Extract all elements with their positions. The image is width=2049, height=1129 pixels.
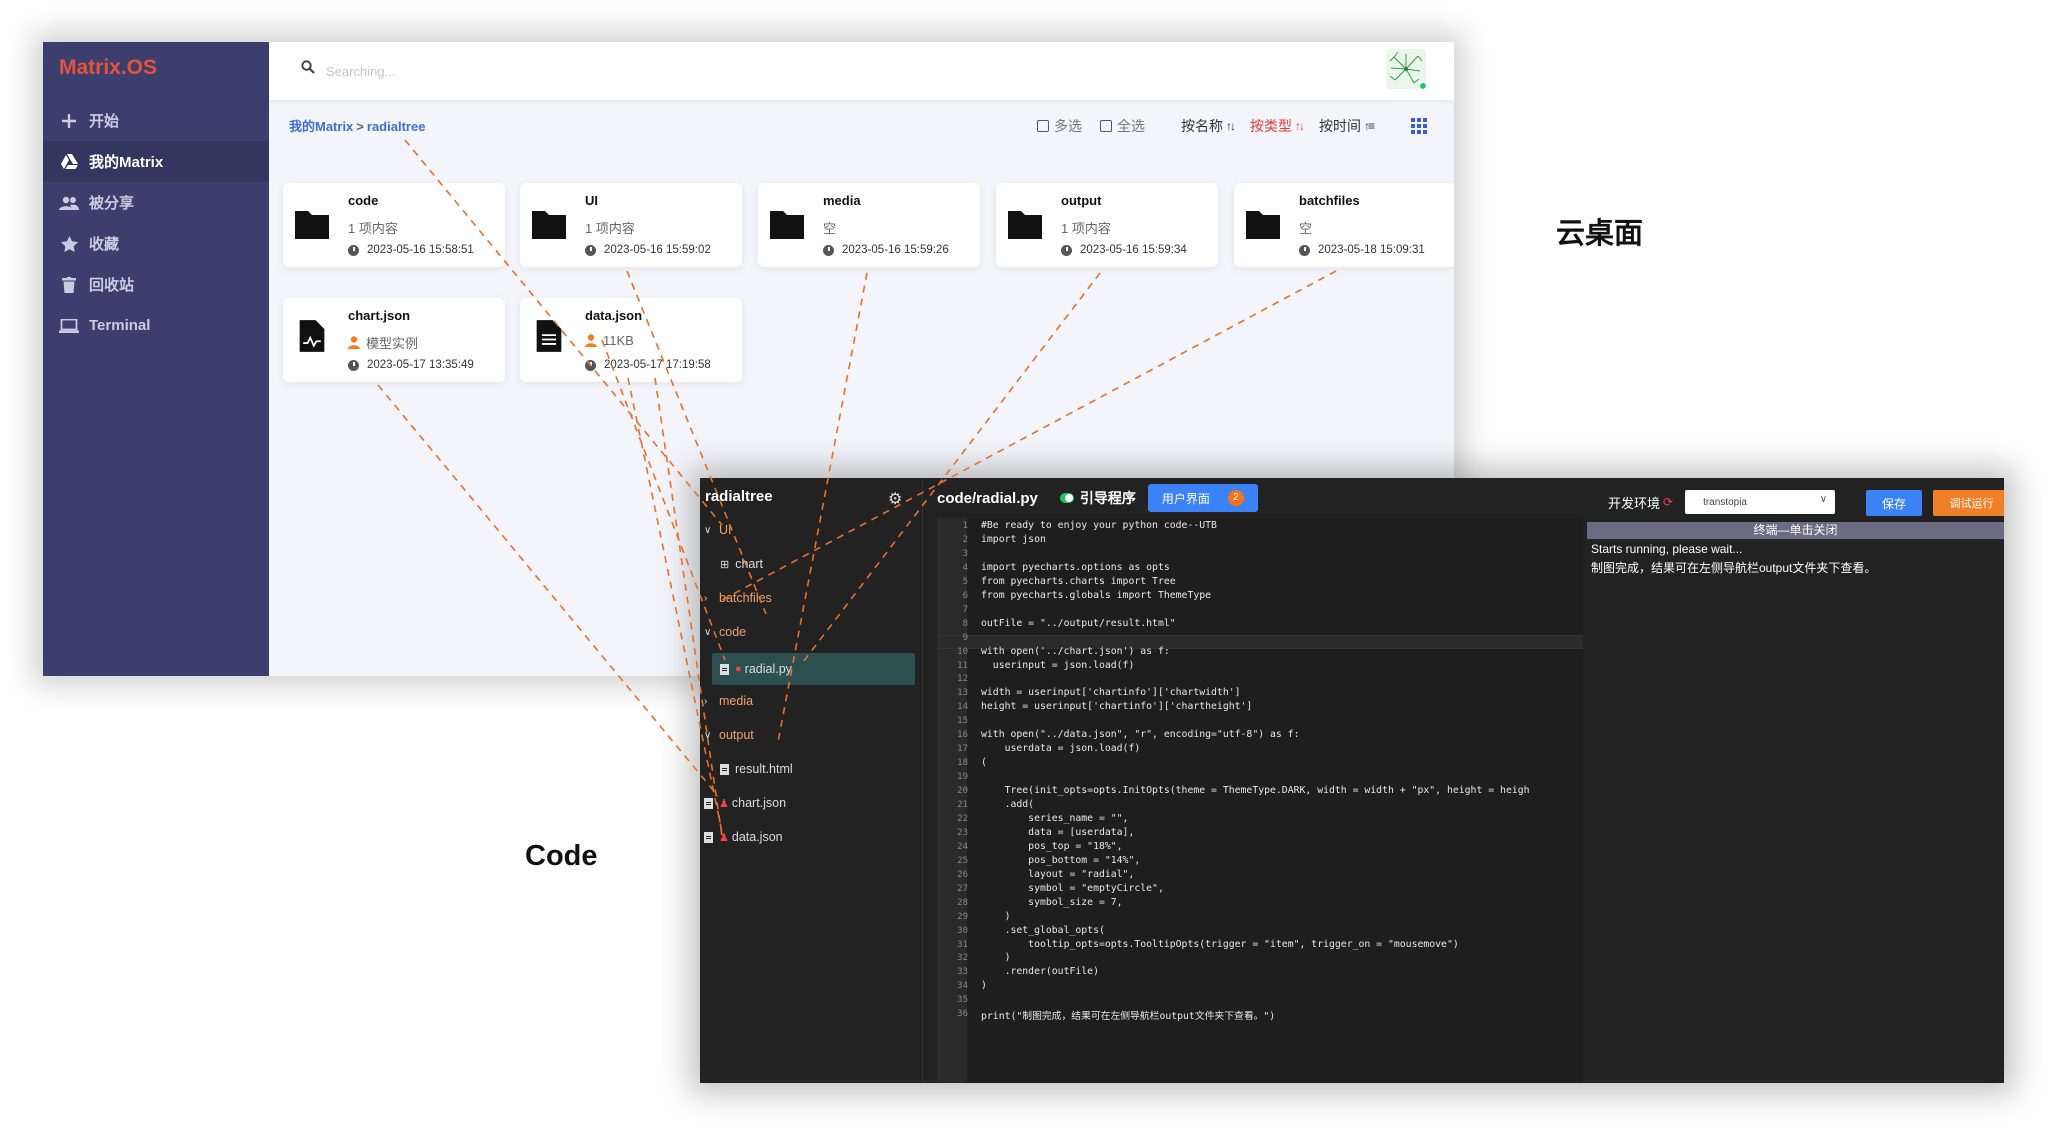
connector-line (601, 339, 726, 661)
connector-line (377, 384, 719, 797)
connector-lines (377, 139, 1337, 837)
connector-line (777, 272, 868, 743)
connector-line (654, 377, 723, 837)
connector-line (626, 270, 767, 615)
connector-line (799, 272, 1101, 667)
connector-line (404, 139, 723, 526)
connector-line (627, 377, 723, 833)
connector-line (721, 270, 1337, 601)
